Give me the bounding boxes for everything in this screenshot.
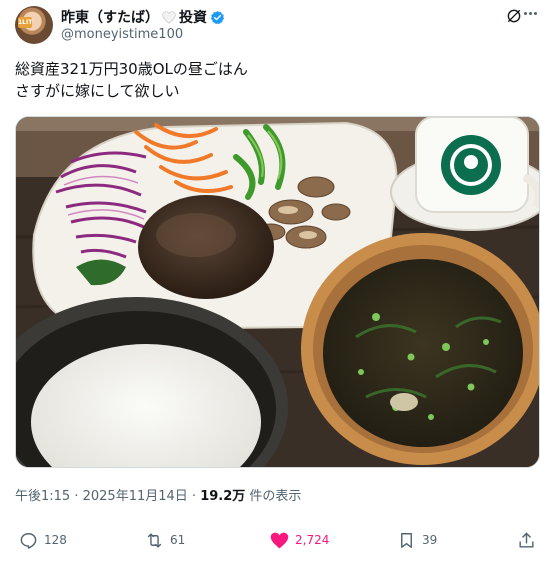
share-icon [519,532,534,548]
tweet-photo[interactable] [15,116,540,468]
avatar[interactable]: 1LIT [15,6,53,44]
author-handle[interactable]: @moneyistime100 [61,27,183,42]
display-name-suffix[interactable]: 投資 [179,7,207,27]
meta-separator: · [70,489,83,504]
verified-badge-icon [210,10,225,24]
reply-button[interactable]: 128 [19,528,67,552]
avatar-badge: 1LIT [18,17,33,28]
tweet-meta: 午後1:15 · 2025年11月14日 · 19.2万 件の表示 [15,485,301,504]
white-heart-icon [162,10,176,24]
views-count: 19.2万 [200,489,246,504]
repost-button[interactable]: 61 [145,528,185,552]
repost-icon [147,532,162,548]
share-button[interactable] [517,528,536,552]
tweet-header: 1LIT 昨東（すたば） 投資 @moneyistime100 [15,6,540,46]
display-name[interactable]: 昨東（すたば） [61,7,159,27]
grok-icon[interactable] [506,8,522,24]
bookmark-icon [401,532,412,548]
tweet-text-line-1: 総資産321万円30歳OLの昼ごはん [15,60,248,78]
tweet-text: 総資産321万円30歳OLの昼ごはん さすがに嫁にして欲しい [15,58,248,102]
more-options-icon[interactable] [524,12,540,18]
like-button[interactable]: 2,724 [270,528,329,552]
repost-count: 61 [170,533,186,547]
reply-icon [20,532,37,549]
heart-icon [270,532,289,548]
bookmark-button[interactable]: 39 [397,528,437,552]
views-label: 件の表示 [249,489,302,504]
meta-separator-2: · [187,489,201,504]
lunch-photo-illustration [16,117,539,467]
bookmark-count: 39 [422,533,438,547]
tweet-date[interactable]: 2025年11月14日 [83,489,188,504]
reply-count: 128 [44,533,67,547]
tweet-actions: 128 61 2,724 39 [15,528,540,552]
author-name-row: 昨東（すたば） 投資 [61,8,225,26]
tweet-time[interactable]: 午後1:15 [15,489,70,504]
tweet-text-line-2: さすがに嫁にして欲しい [15,82,180,100]
like-count: 2,724 [295,533,330,547]
